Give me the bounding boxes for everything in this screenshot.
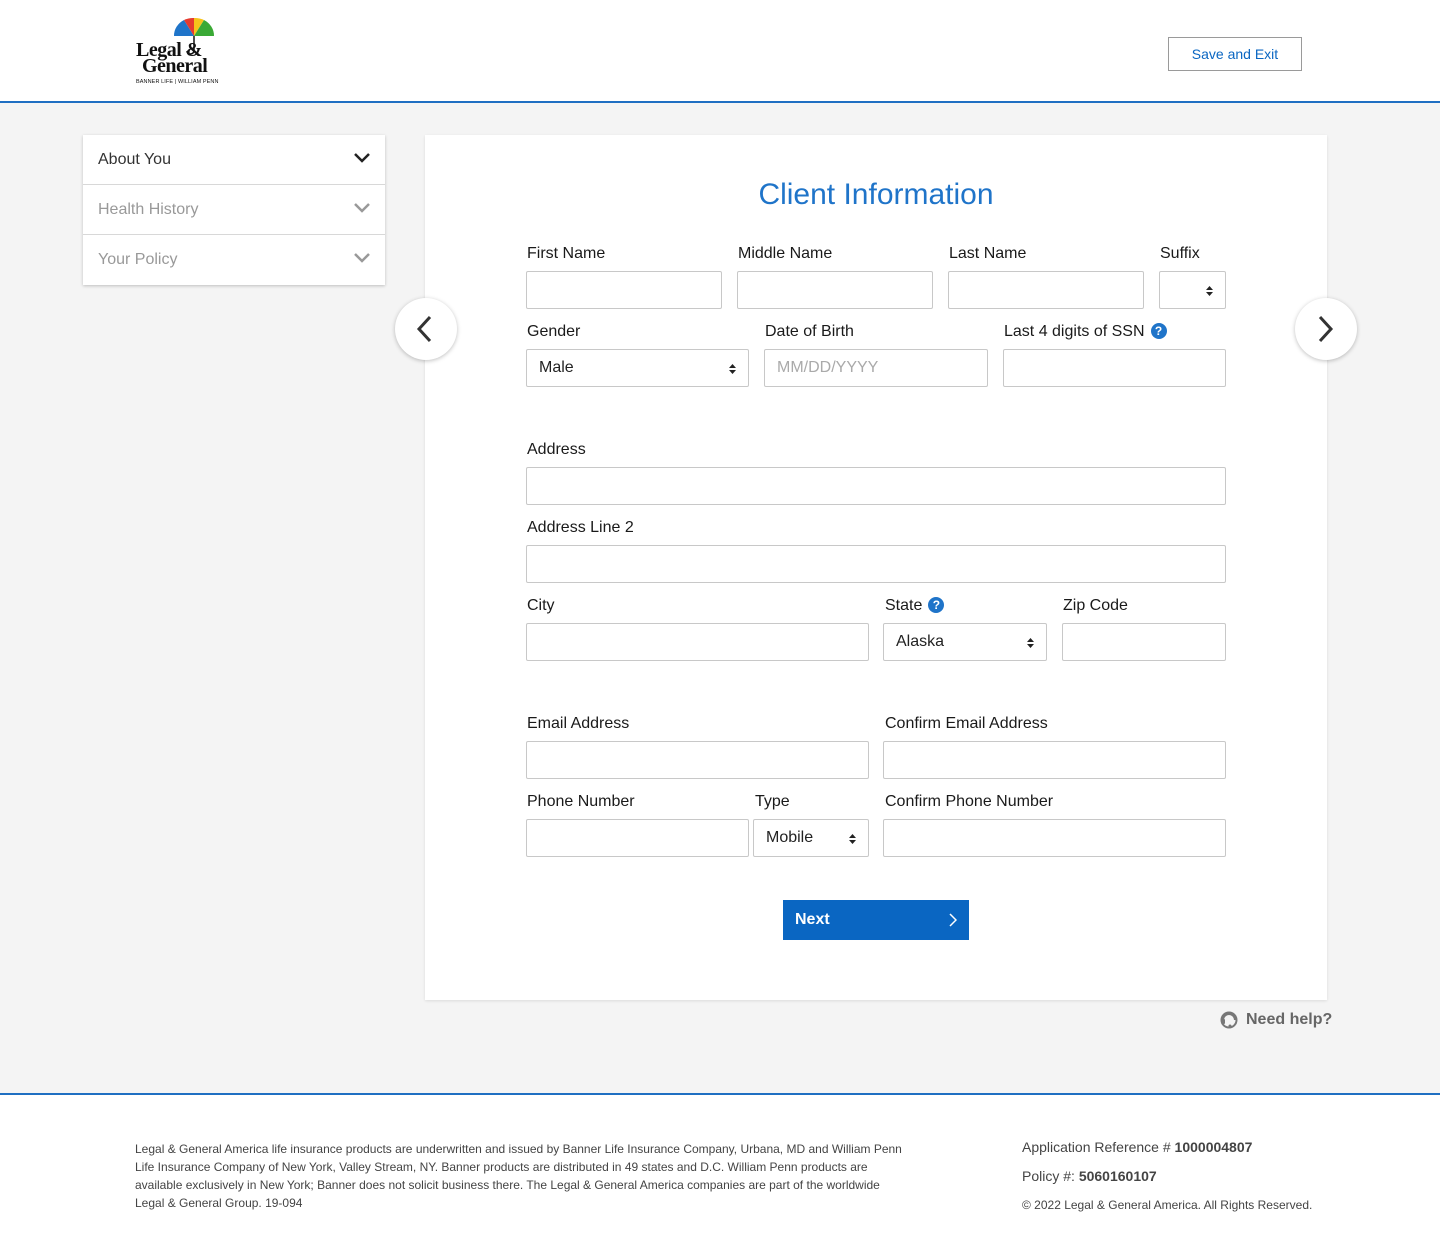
- first-name-input[interactable]: [526, 271, 722, 309]
- next-button[interactable]: Next: [783, 900, 969, 940]
- first-name-label: First Name: [527, 245, 606, 262]
- state-select-value: Alaska: [896, 633, 945, 650]
- date-of-birth-input[interactable]: [764, 349, 988, 387]
- help-icon[interactable]: ?: [928, 597, 945, 613]
- last-name-input[interactable]: [948, 271, 1144, 309]
- confirm-email-label: Confirm Email Address: [885, 715, 1048, 732]
- email-label: Email Address: [527, 715, 630, 732]
- zip-code-label: Zip Code: [1063, 597, 1128, 614]
- company-logo[interactable]: Legal & General BANNER LIFE | WILLIAM PE…: [134, 16, 218, 88]
- accordion-item-health-history[interactable]: Health History: [83, 185, 385, 235]
- gender-select-value: Male: [539, 359, 574, 376]
- legal-disclaimer: Legal & General America life insurance p…: [135, 1142, 902, 1210]
- footer: Legal & General America life insurance p…: [0, 1093, 1440, 1254]
- phone-number-label: Phone Number: [527, 793, 635, 810]
- application-reference-value: 1000004807: [1174, 1139, 1253, 1155]
- address-line-2-label: Address Line 2: [527, 519, 634, 536]
- chevron-right-icon: [1318, 315, 1334, 343]
- zip-code-input[interactable]: [1062, 623, 1226, 661]
- last-name-label: Last Name: [949, 245, 1027, 262]
- address-label: Address: [527, 441, 586, 458]
- suffix-select[interactable]: [1159, 271, 1226, 309]
- chevron-down-icon: [354, 253, 370, 263]
- phone-type-label: Type: [755, 793, 790, 810]
- city-input[interactable]: [526, 623, 869, 661]
- accordion-item-label: About You: [98, 151, 171, 168]
- gender-select[interactable]: Male: [526, 349, 749, 387]
- suffix-label: Suffix: [1160, 245, 1200, 262]
- accordion-item-your-policy[interactable]: Your Policy: [83, 235, 385, 285]
- application-reference: Application Reference # 1000004807: [1022, 1139, 1252, 1155]
- policy-number-label: Policy #:: [1022, 1168, 1075, 1184]
- state-select[interactable]: Alaska: [883, 623, 1047, 661]
- accordion-item-about-you[interactable]: About You: [83, 135, 385, 185]
- need-help-label: Need help?: [1246, 1011, 1333, 1028]
- next-button-label: Next: [795, 911, 830, 928]
- help-icon[interactable]: ?: [1150, 323, 1167, 339]
- save-and-exit-button[interactable]: Save and Exit: [1168, 37, 1302, 71]
- confirm-phone-input[interactable]: [883, 819, 1226, 857]
- previous-page-button[interactable]: [395, 298, 457, 360]
- address-input[interactable]: [526, 467, 1226, 505]
- ssn-last4-input[interactable]: [1003, 349, 1226, 387]
- headset-icon: [1220, 1011, 1238, 1029]
- policy-number: Policy #: 5060160107: [1022, 1168, 1157, 1184]
- state-label-text: State: [885, 597, 923, 614]
- copyright: © 2022 Legal & General America. All Righ…: [1022, 1198, 1313, 1212]
- header: Legal & General BANNER LIFE | WILLIAM PE…: [0, 0, 1440, 103]
- accordion-item-label: Your Policy: [98, 251, 178, 268]
- logo-wordmark: Legal & General: [136, 39, 208, 77]
- city-label: City: [527, 597, 555, 614]
- phone-type-select-value: Mobile: [766, 829, 814, 846]
- policy-number-value: 5060160107: [1078, 1168, 1157, 1184]
- ssn-label: Last 4 digits of SSN?: [1004, 323, 1167, 341]
- email-input[interactable]: [526, 741, 869, 779]
- middle-name-input[interactable]: [737, 271, 933, 309]
- date-of-birth-label: Date of Birth: [765, 323, 854, 340]
- gender-label: Gender: [527, 323, 581, 340]
- select-caret-icon: [1206, 286, 1213, 296]
- select-caret-icon: [729, 364, 736, 374]
- select-caret-icon: [849, 834, 856, 844]
- phone-number-input[interactable]: [526, 819, 749, 857]
- next-page-arrow-button[interactable]: [1295, 298, 1357, 360]
- chevron-down-icon: [354, 153, 370, 163]
- chevron-down-icon: [354, 203, 370, 213]
- middle-name-label: Middle Name: [738, 245, 833, 262]
- confirm-email-input[interactable]: [883, 741, 1226, 779]
- phone-type-select[interactable]: Mobile: [753, 819, 869, 857]
- address-line-2-input[interactable]: [526, 545, 1226, 583]
- chevron-right-icon: [949, 913, 957, 927]
- logo-subtitle: BANNER LIFE | WILLIAM PENN: [136, 79, 219, 85]
- section-accordion: About You Health History Your Policy: [83, 135, 385, 285]
- application-reference-label: Application Reference #: [1022, 1139, 1171, 1155]
- confirm-phone-label: Confirm Phone Number: [885, 793, 1054, 810]
- select-caret-icon: [1027, 638, 1034, 648]
- page-title: Client Information: [758, 178, 994, 211]
- accordion-item-label: Health History: [98, 201, 199, 218]
- ssn-label-text: Last 4 digits of SSN: [1004, 323, 1145, 340]
- state-label: State?: [885, 597, 945, 615]
- chevron-left-icon: [416, 315, 432, 343]
